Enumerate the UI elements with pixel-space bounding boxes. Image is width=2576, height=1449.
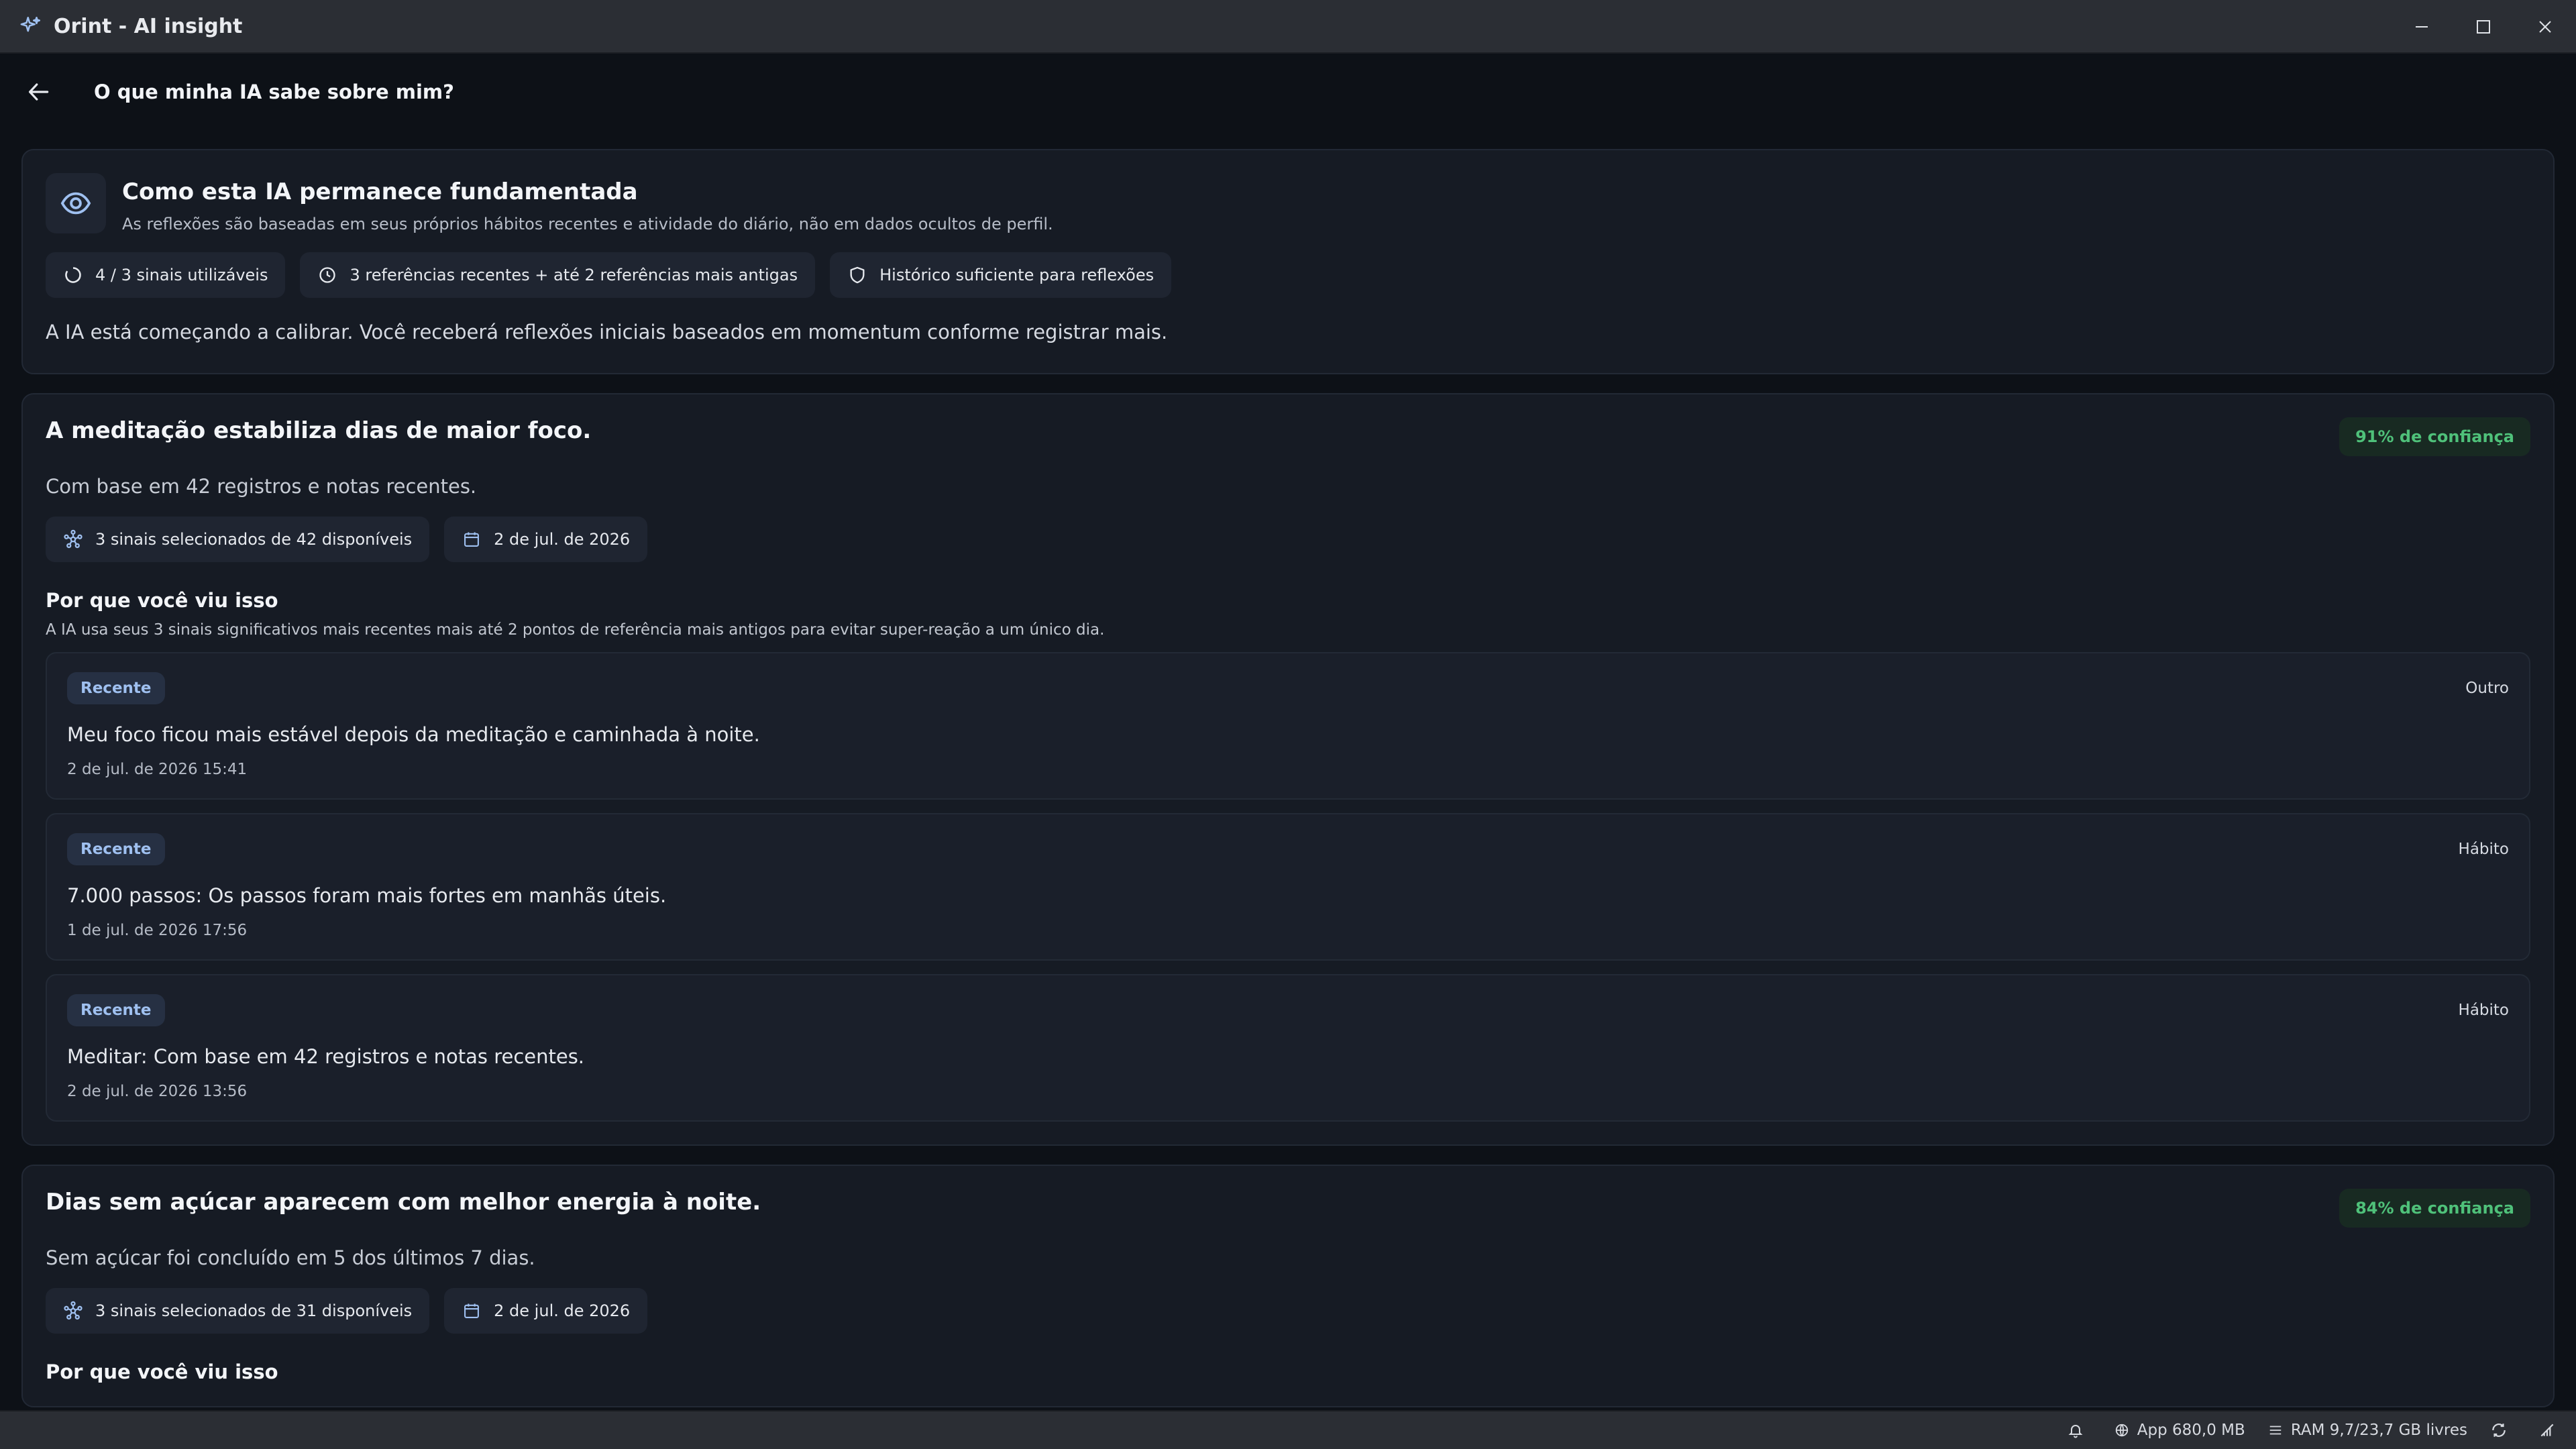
reference-type: Hábito — [2458, 1002, 2509, 1019]
status-bar: App 680,0 MB RAM 9,7/23,7 GB livres — [0, 1410, 2576, 1449]
bell-icon — [2068, 1422, 2084, 1438]
ram-label: RAM 9,7/23,7 GB livres — [2290, 1421, 2467, 1439]
signals-icon — [63, 1301, 83, 1321]
reference-text: Meditar: Com base em 42 registros e nota… — [67, 1045, 585, 1068]
calibration-note: A IA está começando a calibrar. Você rec… — [46, 321, 1168, 343]
arrow-left-icon — [28, 83, 49, 101]
chip-label: 2 de jul. de 2026 — [494, 1301, 631, 1320]
recent-tag: Recente — [67, 994, 165, 1026]
minimize-icon — [2416, 26, 2428, 28]
app-memory: App 680,0 MB — [2114, 1421, 2245, 1439]
ram-usage: RAM 9,7/23,7 GB livres — [2268, 1421, 2467, 1439]
signals-chip: 3 sinais selecionados de 31 disponíveis — [46, 1288, 430, 1334]
reference-date: 2 de jul. de 2026 15:41 — [67, 761, 248, 778]
date-chip: 2 de jul. de 2026 — [444, 517, 648, 562]
insight-title: Dias sem açúcar aparecem com melhor ener… — [46, 1189, 761, 1216]
reference-type: Hábito — [2458, 841, 2509, 858]
signals-icon — [63, 529, 83, 549]
eye-icon — [46, 173, 106, 233]
why-title: Por que você viu isso — [46, 589, 278, 612]
reference-item: Recente Hábito Meditar: Com base em 42 r… — [46, 974, 2530, 1122]
confidence-badge: 84% de confiança — [2339, 1189, 2530, 1228]
app-window: Orint - AI insight O que minha IA sabe s… — [0, 0, 2576, 1449]
chip-label: 3 referências recentes + até 2 referênci… — [350, 266, 798, 284]
reference-text: Meu foco ficou mais estável depois da me… — [67, 723, 760, 746]
usable-signals-chip: 4 / 3 sinais utilizáveis — [46, 252, 286, 298]
reference-date: 2 de jul. de 2026 13:56 — [67, 1083, 248, 1100]
globe-icon — [2114, 1423, 2129, 1438]
chip-label: Histórico suficiente para reflexões — [879, 266, 1155, 284]
reference-item: Recente Hábito 7.000 passos: Os passos f… — [46, 813, 2530, 961]
insight-title: A meditação estabiliza dias de maior foc… — [46, 417, 592, 444]
date-chip: 2 de jul. de 2026 — [444, 1288, 648, 1334]
page-title: O que minha IA sabe sobre mim? — [94, 80, 454, 103]
memory-icon — [2268, 1423, 2283, 1438]
page-header: O que minha IA sabe sobre mim? — [0, 55, 2576, 129]
maximize-button[interactable] — [2453, 0, 2514, 54]
close-icon — [2539, 21, 2551, 33]
back-button[interactable] — [20, 73, 58, 111]
network-button[interactable] — [2538, 1421, 2564, 1439]
window-controls — [2391, 0, 2576, 54]
sync-icon — [2490, 1421, 2508, 1439]
notifications-button[interactable] — [2068, 1422, 2092, 1438]
chip-label: 2 de jul. de 2026 — [494, 530, 631, 549]
close-button[interactable] — [2514, 0, 2576, 54]
insight-card: Dias sem açúcar aparecem com melhor ener… — [21, 1165, 2555, 1407]
insight-subtitle: Com base em 42 registros e notas recente… — [46, 475, 477, 498]
insight-chips: 3 sinais selecionados de 42 disponíveis … — [46, 517, 2530, 562]
insight-subtitle: Sem açúcar foi concluído em 5 dos último… — [46, 1246, 535, 1269]
signals-chip: 3 sinais selecionados de 42 disponíveis — [46, 517, 430, 562]
chip-label: 3 sinais selecionados de 42 disponíveis — [95, 530, 413, 549]
minimize-button[interactable] — [2391, 0, 2453, 54]
recent-tag: Recente — [67, 833, 165, 865]
window-title: Orint - AI insight — [54, 14, 243, 38]
why-title: Por que você viu isso — [46, 1360, 278, 1383]
insight-card: A meditação estabiliza dias de maior foc… — [21, 393, 2555, 1146]
insight-chips: 3 sinais selecionados de 31 disponíveis … — [46, 1288, 2530, 1334]
insights-scroll-area[interactable]: Como esta IA permanece fundamentada As r… — [21, 149, 2555, 1410]
chip-label: 4 / 3 sinais utilizáveis — [95, 266, 268, 284]
confidence-badge: 91% de confiança — [2339, 417, 2530, 456]
sync-button[interactable] — [2490, 1421, 2516, 1439]
grounding-subtitle: As reflexões são baseadas em seus própri… — [122, 215, 1053, 233]
circle-progress-icon — [63, 265, 83, 285]
title-bar: Orint - AI insight — [0, 0, 2576, 54]
history-chip: Histórico suficiente para reflexões — [830, 252, 1172, 298]
reference-item: Recente Outro Meu foco ficou mais estáve… — [46, 652, 2530, 800]
reference-date: 1 de jul. de 2026 17:56 — [67, 922, 248, 939]
sparkle-icon — [17, 13, 44, 40]
reference-text: 7.000 passos: Os passos foram mais forte… — [67, 884, 667, 907]
shield-icon — [847, 265, 867, 285]
grounding-chips: 4 / 3 sinais utilizáveis 3 referências r… — [46, 252, 2530, 298]
network-icon — [2538, 1421, 2556, 1439]
calendar-icon — [462, 529, 482, 549]
grounding-card: Como esta IA permanece fundamentada As r… — [21, 149, 2555, 374]
clock-icon — [317, 265, 337, 285]
grounding-title: Como esta IA permanece fundamentada — [122, 178, 638, 205]
chip-label: 3 sinais selecionados de 31 disponíveis — [95, 1301, 413, 1320]
recent-tag: Recente — [67, 672, 165, 704]
reference-type: Outro — [2465, 680, 2509, 697]
references-chip: 3 referências recentes + até 2 referênci… — [300, 252, 816, 298]
app-memory-label: App 680,0 MB — [2137, 1421, 2245, 1439]
calendar-icon — [462, 1301, 482, 1321]
maximize-icon — [2477, 20, 2490, 34]
why-text: A IA usa seus 3 sinais significativos ma… — [46, 621, 1105, 639]
